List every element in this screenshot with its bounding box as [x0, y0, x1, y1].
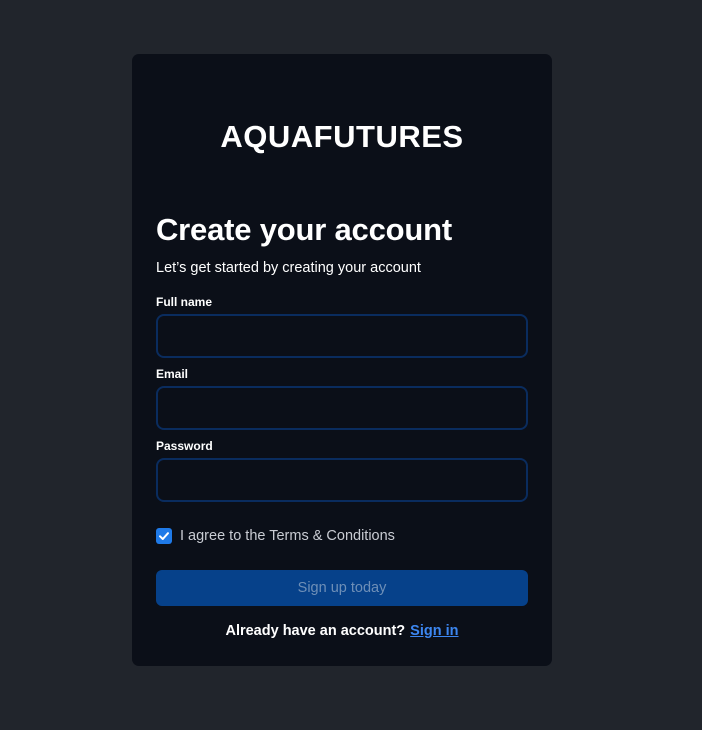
terms-label[interactable]: I agree to the Terms & Conditions [180, 528, 395, 544]
password-label: Password [156, 439, 213, 453]
aquafutures-logo-icon: AQUAFUTURES [220, 119, 463, 154]
signin-prompt-text: Already have an account? [225, 623, 406, 639]
full-name-label: Full name [156, 295, 213, 309]
checkmark-icon [159, 532, 169, 540]
email-input[interactable] [156, 386, 528, 430]
page-title: Create your account [156, 212, 452, 247]
brand-logo: AQUAFUTURES [132, 116, 552, 156]
sign-in-link[interactable]: Sign in [410, 623, 458, 639]
terms-row: I agree to the Terms & Conditions [156, 527, 395, 545]
sign-up-button[interactable]: Sign up today [156, 570, 528, 606]
terms-checkbox[interactable] [156, 528, 172, 544]
password-input[interactable] [156, 458, 528, 502]
email-label: Email [156, 367, 189, 381]
signup-card: AQUAFUTURES Create your account Let’s ge… [132, 54, 552, 666]
signin-prompt: Already have an account? Sign in [132, 623, 552, 639]
page-subtitle: Let’s get started by creating your accou… [156, 260, 421, 276]
logo-text: AQUAFUTURES [220, 119, 463, 154]
full-name-input[interactable] [156, 314, 528, 358]
